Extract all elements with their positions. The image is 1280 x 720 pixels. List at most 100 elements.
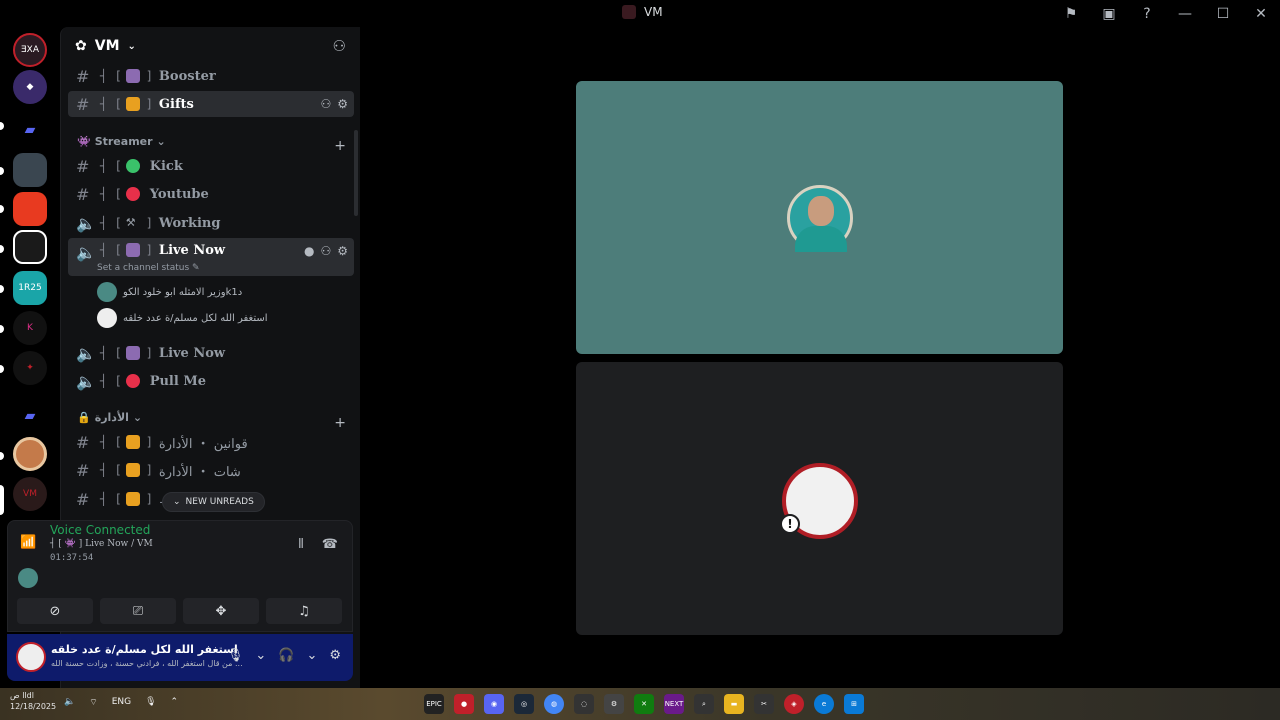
inbox-icon[interactable]: ▣ (1090, 0, 1128, 27)
channel-gifts[interactable]: # ┤ [ ] Gifts ⚇ ⚙ (68, 91, 354, 117)
close-icon[interactable]: ✕ (1242, 0, 1280, 27)
chrome-icon[interactable]: ◍ (544, 694, 564, 714)
channel-pull-me[interactable]: 🔈 ┤ [ Pull Me (68, 368, 354, 394)
help-icon[interactable]: ? (1128, 0, 1166, 27)
settings-icon[interactable]: ⚙ (604, 694, 624, 714)
emoji-icon (125, 243, 140, 257)
channel-actions: ⚇ ⚙ (320, 97, 348, 111)
windows-start-icon[interactable]: ⊞ (844, 694, 864, 714)
app-icon[interactable]: ◈ (784, 694, 804, 714)
gear-icon[interactable]: ⚙ (337, 244, 348, 258)
user-name[interactable]: استغفر الله لكل مسلم/ة عدد خلقه (51, 643, 238, 656)
user-controls: 🎙 ⌄ 🎧 ⌄ ⚙ (227, 648, 341, 663)
channel-chat-admin[interactable]: # ┤ [ ] شات ・ الأدارة (68, 457, 354, 483)
folder-icon[interactable]: ▰ (13, 399, 47, 433)
flag-icon[interactable]: ⚑ (1052, 0, 1090, 27)
file-explorer-icon[interactable]: ▬ (724, 694, 744, 714)
channel-rules-admin[interactable]: # ┤ [ ] قوانين ・ الأدارة (68, 429, 354, 455)
noise-suppression-icon[interactable]: ⦀ (298, 537, 304, 552)
participant-tile[interactable]: ! (576, 362, 1063, 635)
system-tray: 🔈 ⌔ ENG 🎙 ⌃ (64, 697, 178, 708)
channel-name: قوانين ・ الأدارة (158, 436, 248, 452)
signal-icon[interactable]: 📶 (20, 535, 42, 557)
xbox-icon[interactable]: ✕ (634, 694, 654, 714)
search-icon[interactable]: ⌕ (694, 694, 714, 714)
microphone-icon[interactable]: 🎙 (227, 648, 244, 663)
server-icon-k[interactable]: K (13, 311, 47, 345)
scrollbar[interactable] (354, 130, 358, 216)
invite-icon[interactable]: ⚇ (333, 37, 346, 55)
discord-icon[interactable]: ◉ (484, 694, 504, 714)
server-icon (622, 5, 636, 19)
server-icon-face[interactable] (13, 230, 47, 264)
category-streamer[interactable]: 👾 Streamer ⌄ (77, 135, 166, 148)
folder-icon[interactable]: ▰ (13, 113, 47, 147)
voice-user[interactable]: وزير الامثله ابو خلود الكوk1د (97, 280, 242, 304)
activities-button[interactable]: ✥ (183, 598, 259, 624)
channel-youtube[interactable]: # ┤ [ Youtube (68, 181, 354, 207)
server-icon-emblem[interactable]: ✦ (13, 351, 47, 385)
steam-icon[interactable]: ◎ (514, 694, 534, 714)
chevron-down-icon[interactable]: ⌄ (255, 648, 266, 663)
channel-live-now[interactable]: 🔈 ┤ [ ] Live Now (68, 340, 354, 366)
chevron-down-icon[interactable]: ⌄ (306, 648, 317, 663)
volume-icon[interactable]: 🔈 (64, 697, 75, 708)
channel-working[interactable]: 🔈 ┤ [ ⚒ ] Working (68, 210, 354, 236)
channel-booster[interactable]: # ┤ [ ] Booster (68, 63, 354, 89)
gear-icon[interactable]: ⚙ (337, 97, 348, 111)
capcut-icon[interactable]: ✂ (754, 694, 774, 714)
channel-name: Gifts (158, 96, 194, 112)
maximize-icon[interactable]: ☐ (1204, 0, 1242, 27)
server-icon-vm[interactable]: VM (13, 477, 47, 511)
epic-games-icon[interactable]: EPIC (424, 694, 444, 714)
avatar (97, 308, 117, 328)
channel-status[interactable]: Set a channel status ✎ (97, 263, 200, 273)
camera-off-button[interactable]: ⊘ (17, 598, 93, 624)
chat-bubble-icon[interactable]: ● (304, 244, 314, 258)
voice-connected-label[interactable]: Voice Connected (50, 523, 150, 537)
voice-channel-name[interactable]: ┤ [ 👾 ] Live Now / VM (50, 539, 153, 549)
invite-icon[interactable]: ⚇ (320, 97, 331, 111)
wifi-icon[interactable]: ⌔ (89, 697, 97, 708)
next-icon[interactable]: NEXT (664, 694, 684, 714)
add-channel-icon[interactable]: + (334, 138, 346, 154)
microphone-icon[interactable]: 🎙 (145, 697, 156, 708)
server-icon-silhouette[interactable] (13, 153, 47, 187)
server-icon-1r25[interactable]: 1R25 (13, 271, 47, 305)
channel-suffix: ] (145, 97, 153, 111)
headphones-icon[interactable]: 🎧 (278, 648, 294, 663)
minimize-icon[interactable]: — (1166, 0, 1204, 27)
chevron-up-icon[interactable]: ⌃ (171, 697, 179, 708)
category-admin[interactable]: 🔒 الأدارة ⌄ (77, 411, 142, 424)
clock[interactable]: ص lldl 12/18/2025 (10, 690, 56, 712)
speaker-icon: 🔈 (76, 243, 96, 262)
channel-kick[interactable]: # ┤ [ Kick (68, 153, 354, 179)
channel-name: Live Now (158, 243, 226, 258)
taskbar: ص lldl 12/18/2025 🔈 ⌔ ENG 🎙 ⌃ EPIC ● ◉ ◎… (0, 688, 1280, 720)
avatar-face (808, 196, 834, 226)
invite-icon[interactable]: ⚇ (320, 244, 331, 258)
hash-icon: # (76, 432, 90, 452)
app-icon[interactable]: ● (454, 694, 474, 714)
new-unreads-button[interactable]: ⌄ NEW UNREADS (162, 492, 265, 512)
user-panel: استغفر الله لكل مسلم/ة عدد خلقه من قال ا… (7, 634, 353, 681)
gear-icon[interactable]: ⚙ (329, 648, 341, 663)
server-icon-exa[interactable]: ƎXA (13, 33, 47, 67)
server-header[interactable]: ✿ VM ⌄ ⚇ (61, 27, 360, 65)
voice-user[interactable]: استغفر الله لكل مسلم/ة عدد خلقه (97, 306, 268, 330)
app-icon[interactable]: ◌ (574, 694, 594, 714)
server-icon-diamond[interactable]: ◆ (13, 70, 47, 104)
hash-icon: # (76, 184, 90, 204)
hash-icon: # (76, 66, 90, 86)
soundboard-button[interactable]: ♫ (266, 598, 342, 624)
chevron-down-icon: ⌄ (127, 40, 136, 52)
server-icon-red[interactable] (13, 192, 47, 226)
server-icon-orange[interactable] (13, 437, 47, 471)
avatar[interactable] (18, 568, 38, 588)
screen-share-button[interactable]: ⎚ (100, 598, 176, 624)
avatar[interactable] (16, 642, 46, 672)
language-indicator[interactable]: ENG (112, 697, 131, 708)
edge-icon[interactable]: e (814, 694, 834, 714)
disconnect-icon[interactable]: ☎ (322, 537, 338, 552)
participant-tile[interactable] (576, 81, 1063, 354)
